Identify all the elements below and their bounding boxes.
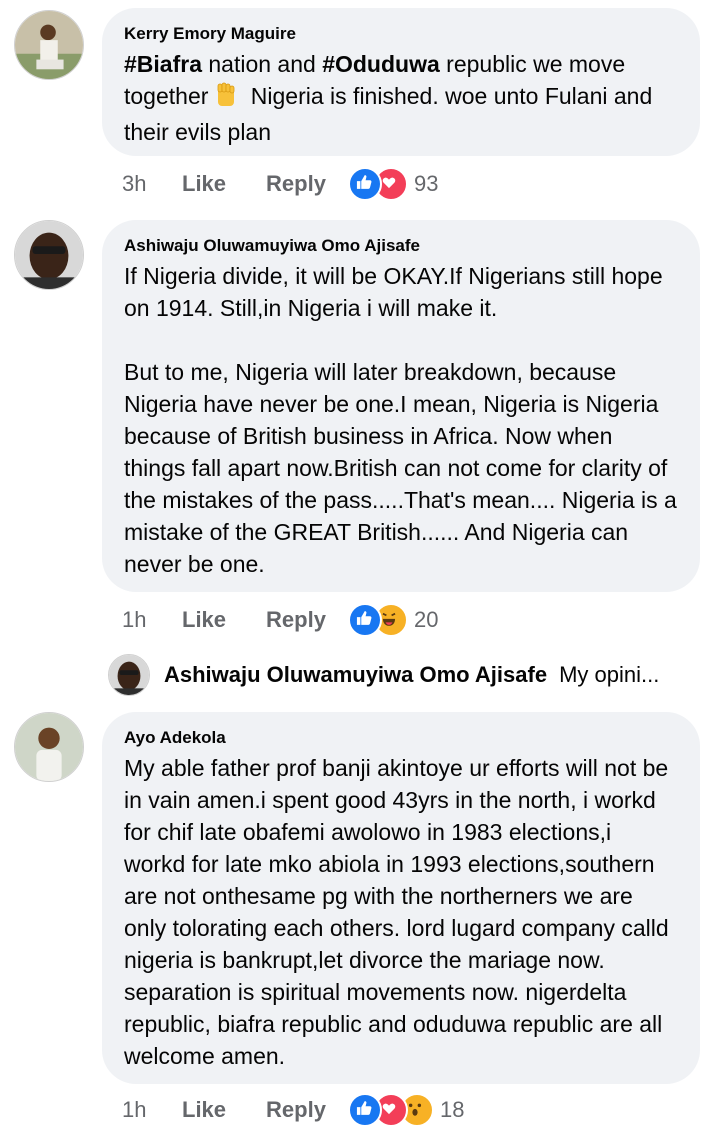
- reactions-summary[interactable]: 93: [347, 167, 439, 201]
- reaction-count: 18: [439, 1097, 465, 1122]
- timestamp[interactable]: 3h: [122, 171, 182, 197]
- reply-button[interactable]: Reply: [266, 607, 326, 633]
- comment-bubble: Kerry Emory Maguire #Biafra nation and #…: [102, 8, 700, 156]
- comment-text: #Biafra nation and #Oduduwa republic we …: [124, 48, 678, 148]
- reply-preview[interactable]: Ashiwaju Oluwamuyiwa Omo Ajisafe My opin…: [108, 650, 659, 700]
- reaction-count: 93: [413, 171, 439, 196]
- comment-actions: 3h Like Reply 93: [122, 164, 438, 204]
- avatar[interactable]: [14, 712, 84, 782]
- comment-author[interactable]: Ashiwaju Oluwamuyiwa Omo Ajisafe: [124, 236, 678, 256]
- comment-text: If Nigeria divide, it will be OKAY.If Ni…: [124, 263, 677, 577]
- like-button[interactable]: Like: [182, 171, 226, 197]
- avatar[interactable]: [14, 220, 84, 290]
- raised-fist-emoji-icon: [214, 82, 238, 116]
- reply-button[interactable]: Reply: [266, 171, 326, 197]
- reaction-count: 20: [413, 607, 439, 632]
- reactions-summary[interactable]: 18: [347, 1093, 465, 1127]
- hashtag-link[interactable]: #Biafra: [124, 51, 202, 77]
- like-icon: [347, 167, 382, 201]
- comment-actions: 1h Like Reply 18: [122, 1090, 464, 1130]
- comment-actions: 1h Like Reply 20: [122, 600, 438, 640]
- like-button[interactable]: Like: [182, 1097, 226, 1123]
- timestamp[interactable]: 1h: [122, 1097, 182, 1123]
- comment-bubble: Ashiwaju Oluwamuyiwa Omo Ajisafe If Nige…: [102, 220, 700, 592]
- reply-snippet[interactable]: My opini...: [559, 662, 659, 688]
- reply-author[interactable]: Ashiwaju Oluwamuyiwa Omo Ajisafe: [164, 662, 547, 688]
- hashtag-link[interactable]: #Oduduwa: [322, 51, 440, 77]
- comment-author[interactable]: Kerry Emory Maguire: [124, 24, 678, 44]
- like-icon: [347, 1093, 382, 1127]
- comment-text: My able father prof banji akintoye ur ef…: [124, 755, 669, 1069]
- reactions-summary[interactable]: 20: [347, 603, 439, 637]
- comment-text-part: nation and: [201, 51, 323, 77]
- like-button[interactable]: Like: [182, 607, 226, 633]
- avatar[interactable]: [108, 654, 150, 696]
- reply-button[interactable]: Reply: [266, 1097, 326, 1123]
- avatar[interactable]: [14, 10, 84, 80]
- like-icon: [347, 603, 382, 637]
- comment-bubble: Ayo Adekola My able father prof banji ak…: [102, 712, 700, 1084]
- timestamp[interactable]: 1h: [122, 607, 182, 633]
- comment-author[interactable]: Ayo Adekola: [124, 728, 678, 748]
